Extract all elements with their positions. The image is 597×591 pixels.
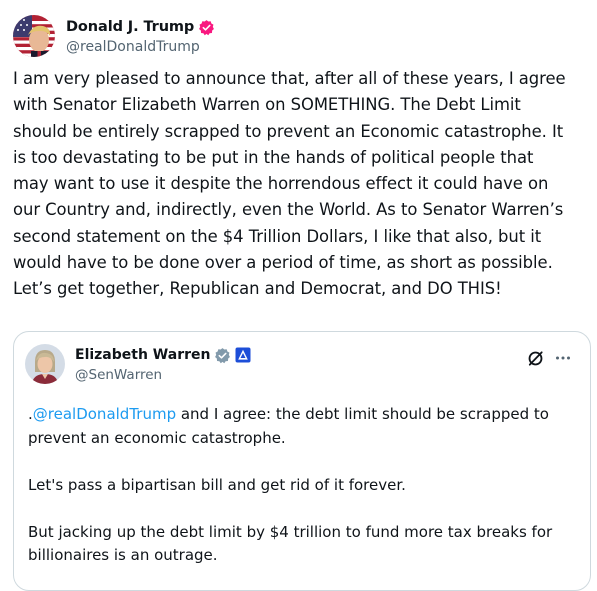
quoted-display-name[interactable]: Elizabeth Warren [75, 347, 210, 363]
grok-icon[interactable] [524, 347, 546, 369]
author-handle[interactable]: @realDonaldTrump [66, 39, 215, 55]
verified-badge-icon [198, 19, 215, 36]
quoted-paragraph-3: But jacking up the debt limit by $4 tril… [28, 522, 553, 565]
more-icon[interactable] [552, 347, 574, 369]
post-author-names: Donald J. Trump @realDonaldTrump [66, 17, 215, 55]
post-name-line: Donald J. Trump [66, 17, 215, 37]
warren-avatar-image [25, 344, 65, 384]
mention-link[interactable]: @realDonaldTrump [33, 405, 176, 423]
quoted-paragraph-1: .@realDonaldTrump and I agree: the debt … [28, 403, 568, 450]
post-author-row: Donald J. Trump @realDonaldTrump [13, 15, 215, 57]
post-card: Donald J. Trump @realDonaldTrump I am ve… [0, 0, 597, 591]
quoted-paragraph-2: Let's pass a bipartisan bill and get rid… [28, 475, 406, 494]
quoted-name-line: Elizabeth Warren [75, 345, 251, 365]
quoted-post-card[interactable]: Elizabeth Warren @SenWarren .@realDonald… [13, 331, 591, 591]
senate-affiliate-icon[interactable] [235, 347, 251, 363]
avatar[interactable] [13, 15, 55, 57]
quoted-author-names: Elizabeth Warren @SenWarren [75, 345, 251, 383]
author-display-name[interactable]: Donald J. Trump [66, 19, 194, 35]
avatar[interactable] [25, 344, 65, 384]
quoted-author-handle[interactable]: @SenWarren [75, 367, 251, 383]
quoted-post-actions [524, 347, 574, 369]
government-badge-icon [214, 347, 231, 364]
quoted-post-text: .@realDonaldTrump and I agree: the debt … [28, 403, 568, 591]
quoted-author-row: Elizabeth Warren @SenWarren [25, 344, 251, 384]
trump-avatar-image [13, 15, 55, 57]
post-text: I am very pleased to announce that, afte… [13, 69, 566, 299]
